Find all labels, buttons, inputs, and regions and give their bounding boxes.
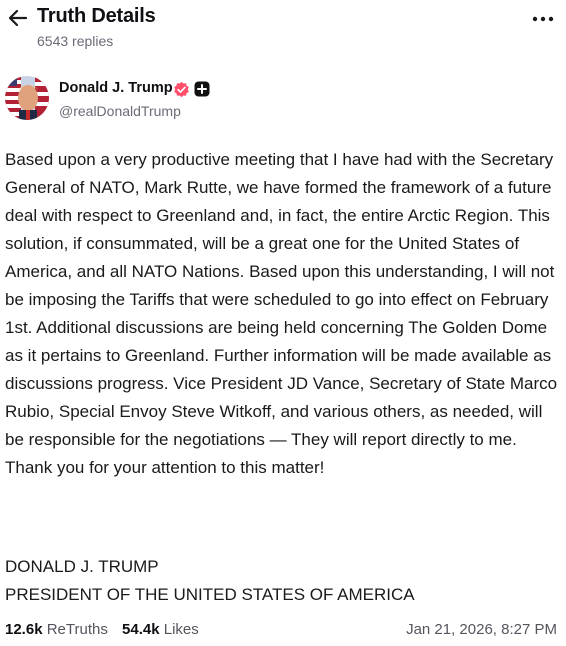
page-header: Truth Details 6543 replies <box>0 0 566 60</box>
post-text: Based upon a very productive meeting tha… <box>5 150 562 477</box>
post-stats: 12.6k ReTruths 54.4k Likes Jan 21, 2026,… <box>5 619 561 641</box>
signature-name: DONALD J. TRUMP <box>5 557 159 576</box>
retruths-count: 12.6k <box>5 621 43 638</box>
author-badges <box>173 80 210 98</box>
verified-icon <box>174 81 189 97</box>
arrow-left-icon <box>8 9 28 27</box>
page-title: Truth Details <box>37 5 156 27</box>
post-timestamp: Jan 21, 2026, 8:27 PM <box>406 621 557 638</box>
more-horizontal-icon <box>532 16 554 22</box>
likes-label: Likes <box>163 621 199 638</box>
back-button[interactable] <box>6 6 30 30</box>
post-signature: DONALD J. TRUMP PRESIDENT OF THE UNITED … <box>5 553 561 609</box>
likes-stat[interactable]: 54.4k Likes <box>122 619 199 641</box>
more-options-button[interactable] <box>530 8 556 30</box>
post-author: Donald J. Trump @realDonaldTrump <box>5 76 561 126</box>
replies-count: 6543 replies <box>37 33 114 49</box>
plus-badge-icon <box>194 81 210 97</box>
signature-title: PRESIDENT OF THE UNITED STATES OF AMERIC… <box>5 585 415 604</box>
likes-count: 54.4k <box>122 621 160 638</box>
retruths-label: ReTruths <box>46 621 108 638</box>
retruths-stat[interactable]: 12.6k ReTruths <box>5 619 108 641</box>
author-handle[interactable]: @realDonaldTrump <box>59 103 181 119</box>
avatar[interactable] <box>5 76 49 120</box>
author-display-name[interactable]: Donald J. Trump <box>59 80 173 96</box>
